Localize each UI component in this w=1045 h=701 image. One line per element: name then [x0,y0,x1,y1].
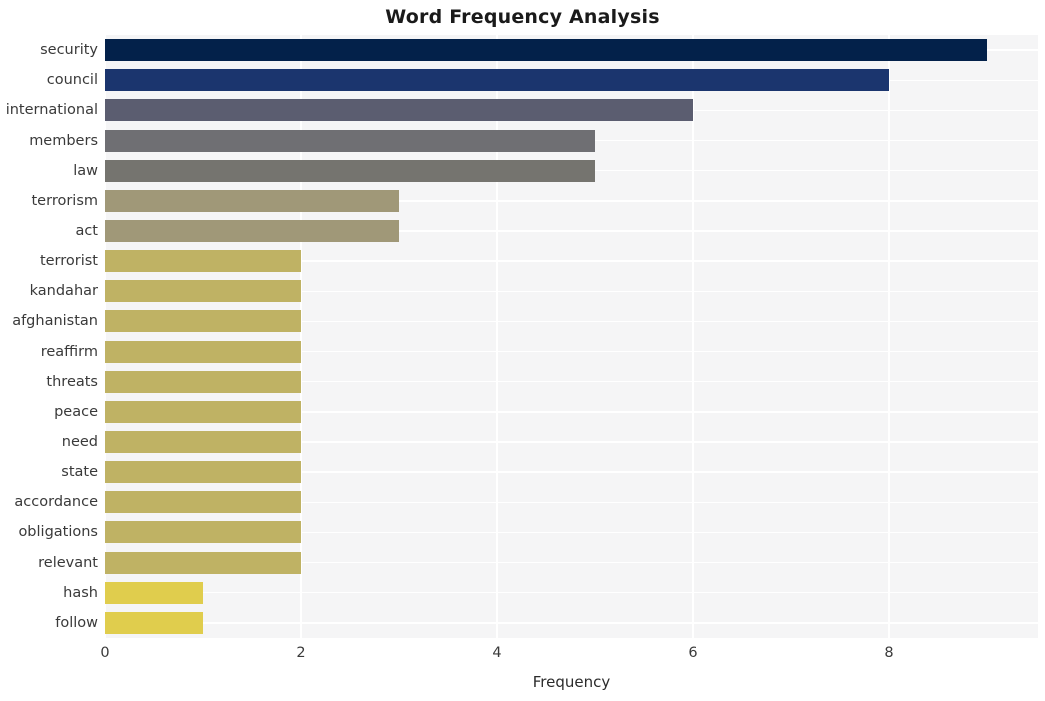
y-tick-label: members [29,132,98,149]
x-gridline [300,35,302,638]
y-tick-label: security [40,42,98,59]
y-tick-label: accordance [14,494,98,511]
y-gridline [105,622,1038,624]
bar [105,581,203,604]
y-tick-label: kandahar [29,283,98,300]
y-tick-label: act [75,222,98,239]
x-axis-tick-labels: 0 2 4 6 8 [0,645,1045,667]
x-tick-label: 0 [100,645,110,661]
x-gridline [496,35,498,638]
y-tick-label: obligations [18,524,98,541]
chart-title: Word Frequency Analysis [385,6,660,28]
bar [105,310,301,333]
bar [105,99,694,122]
x-tick-label: 4 [492,645,502,661]
y-gridline [105,592,1038,594]
y-tick-label: terrorism [31,192,99,209]
y-tick-label: relevant [38,554,98,571]
y-tick-label: hash [63,584,98,601]
x-tick-label: 6 [688,645,698,661]
bar [105,39,988,62]
bar [105,340,301,363]
y-tick-label: terrorist [39,253,98,270]
x-gridline [105,35,106,638]
bar [105,250,301,273]
bar [105,129,596,152]
y-tick-label: state [61,464,98,481]
y-tick-label: peace [54,403,98,420]
bar [105,551,301,574]
bar [105,280,301,303]
bar [105,431,301,454]
x-tick-label: 8 [884,645,894,661]
y-axis-tick-labels: security council international members law te… [0,35,98,638]
bar [105,521,301,544]
bar [105,491,301,514]
bar [105,159,596,182]
bar [105,611,203,634]
bar [105,69,890,92]
x-axis-title: Frequency [532,673,611,691]
y-tick-label: threats [46,373,98,390]
word-frequency-bar-chart: Word Frequency Analysis security council i… [0,0,1045,701]
bar [105,400,301,423]
bar [105,219,399,242]
y-tick-label: international [5,102,98,119]
bar [105,370,301,393]
x-tick-label: 2 [296,645,306,661]
bar [105,461,301,484]
y-tick-label: reaffirm [40,343,98,360]
y-tick-label: afghanistan [12,313,98,330]
y-tick-label: council [46,72,98,89]
x-gridline [692,35,694,638]
y-tick-label: need [61,434,98,451]
bar [105,189,399,212]
y-tick-label: law [73,162,98,179]
x-gridline [888,35,890,638]
plot-area [105,35,1038,638]
y-tick-label: follow [55,614,98,631]
